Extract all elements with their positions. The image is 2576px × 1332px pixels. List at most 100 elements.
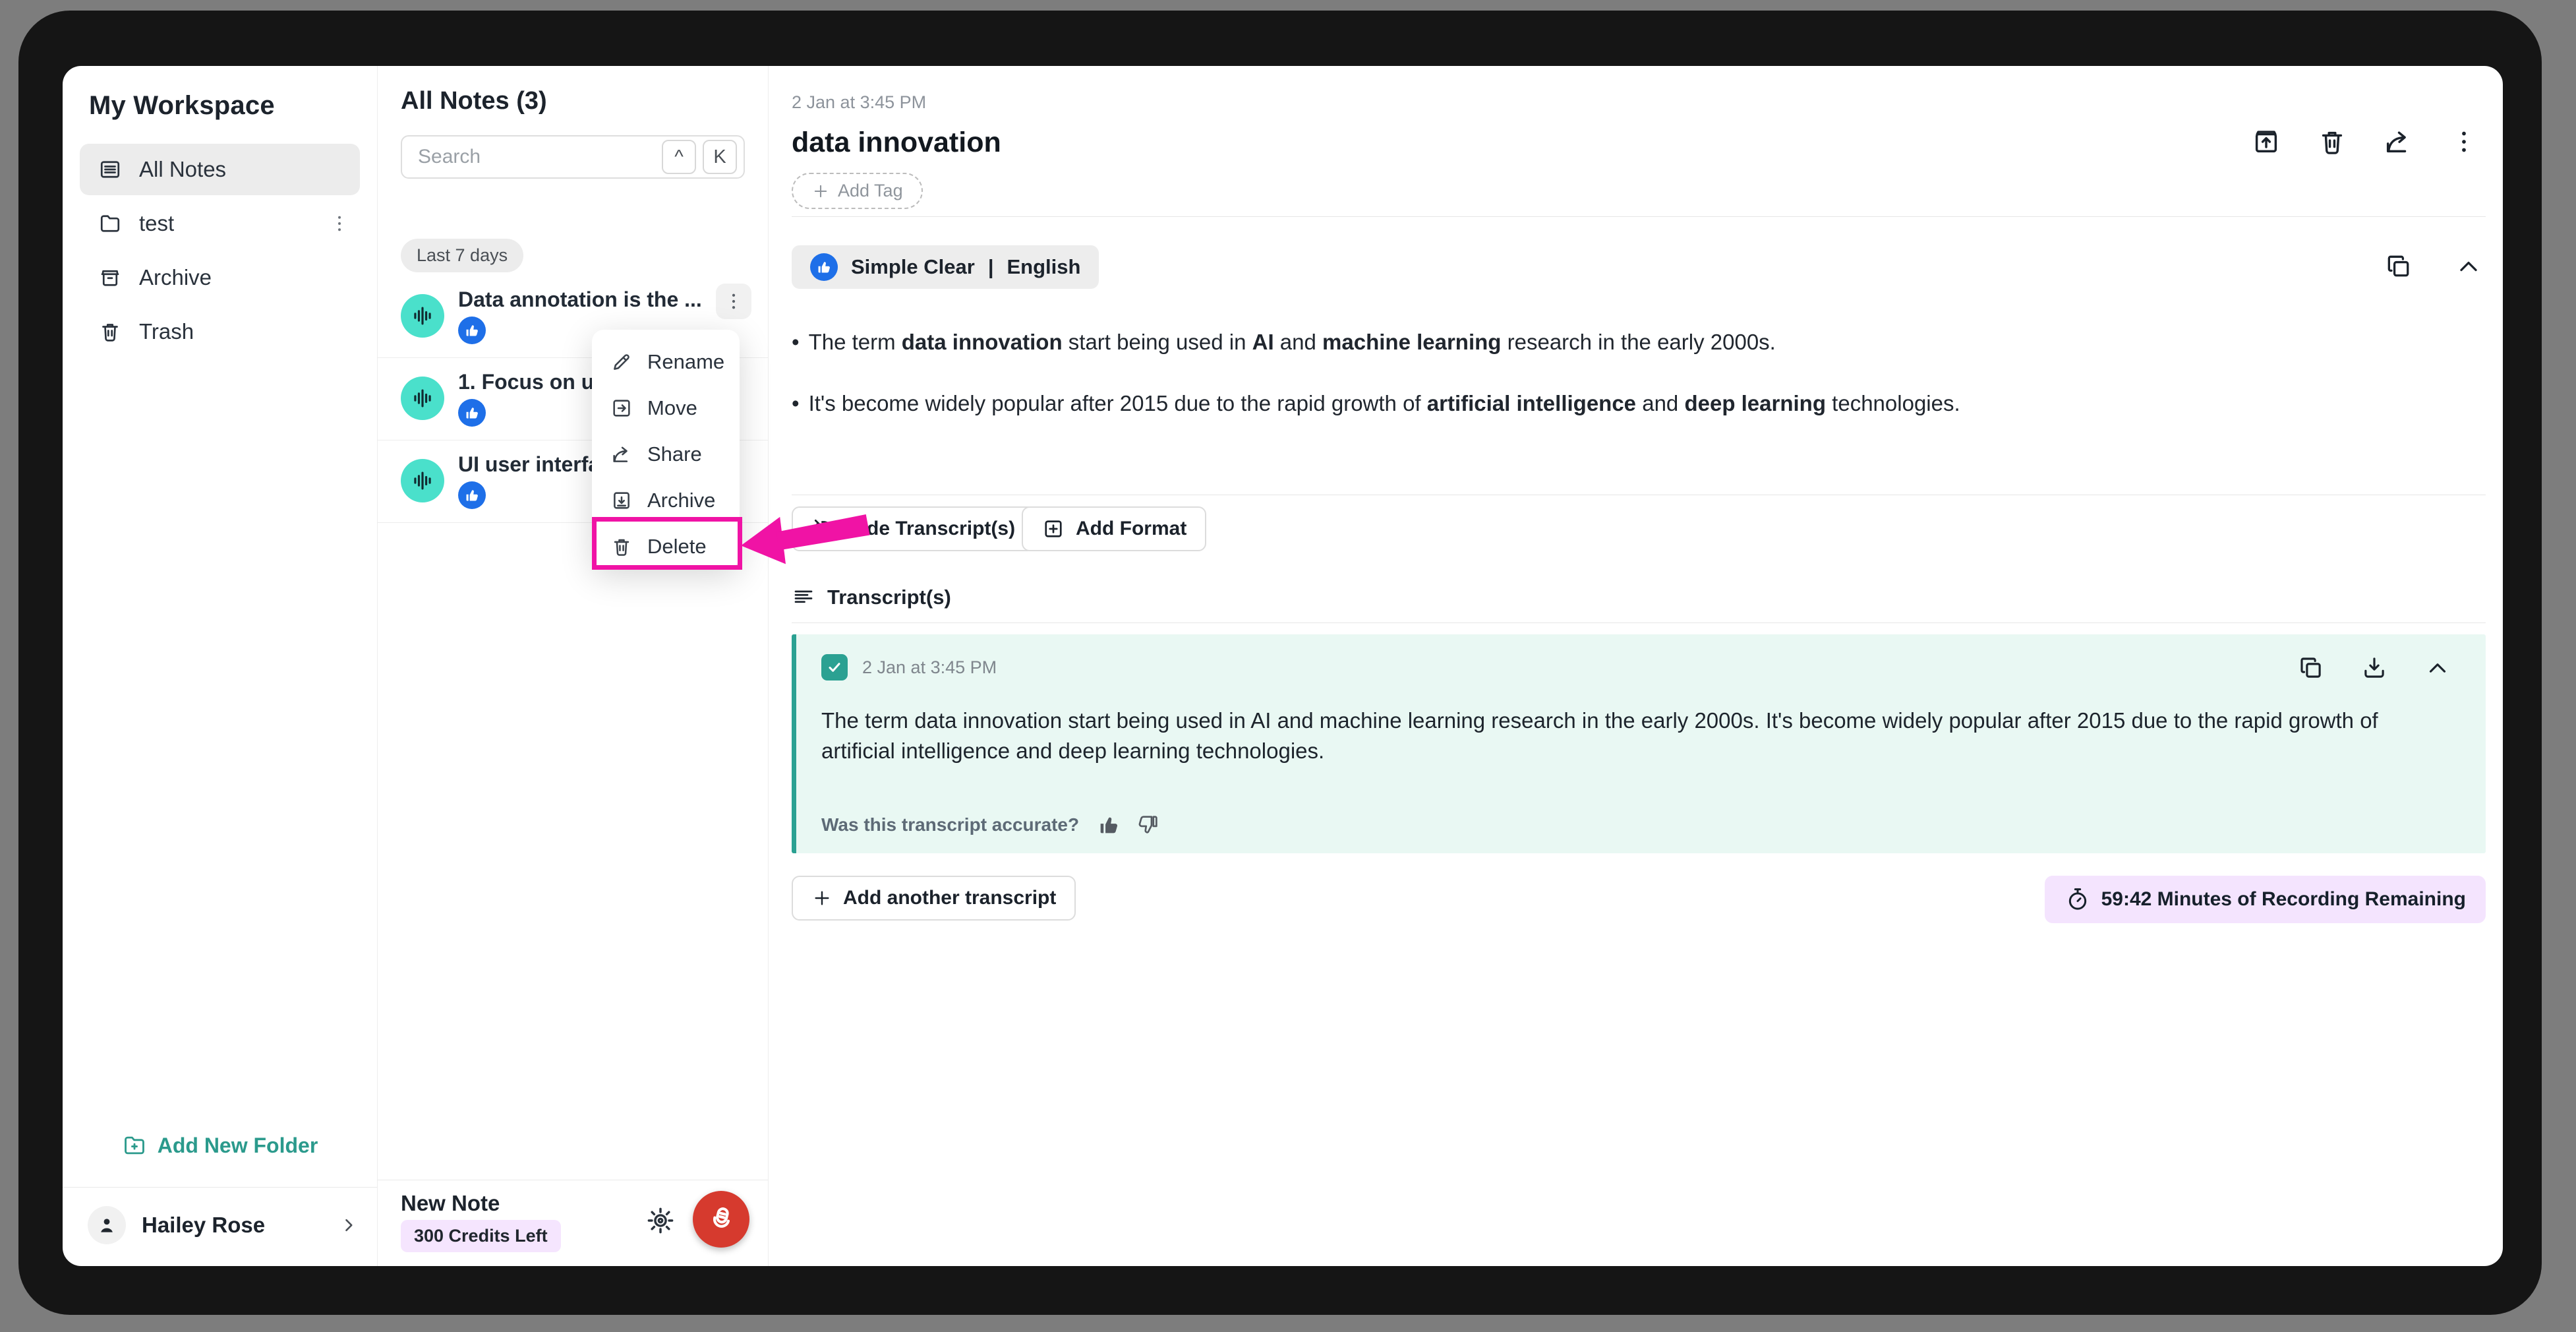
thumbs-up-badge-icon xyxy=(458,481,486,509)
settings-gear-icon[interactable] xyxy=(645,1205,676,1236)
notes-icon xyxy=(98,158,122,181)
thumbs-down-icon[interactable] xyxy=(1136,812,1161,837)
recording-remaining-badge: 59:42 Minutes of Recording Remaining xyxy=(2045,876,2486,923)
sidebar-item-label: Trash xyxy=(139,319,194,344)
add-format-button[interactable]: Add Format xyxy=(1022,506,1206,551)
shortcut-key-ctrl: ^ xyxy=(662,140,696,174)
sidebar-item-all-notes[interactable]: All Notes xyxy=(80,144,360,195)
list-lines-icon xyxy=(792,586,815,609)
note-title: Data annotation is the ... xyxy=(458,288,709,312)
waveform-icon xyxy=(410,468,435,493)
menu-item-share[interactable]: Share xyxy=(592,431,740,477)
delete-note-icon[interactable] xyxy=(2317,127,2347,157)
user-avatar xyxy=(88,1206,126,1244)
format-section-actions xyxy=(2384,252,2483,281)
archive-down-icon xyxy=(610,489,633,512)
menu-item-archive[interactable]: Archive xyxy=(592,477,740,524)
menu-item-label: Share xyxy=(647,442,702,466)
add-tag-label: Add Tag xyxy=(838,181,903,201)
workspace-title: My Workspace xyxy=(89,91,275,121)
search-input[interactable]: Search ^ K xyxy=(401,135,745,179)
date-group-label: Last 7 days xyxy=(401,239,523,272)
add-another-transcript-button[interactable]: Add another transcript xyxy=(792,876,1076,921)
more-options-icon[interactable] xyxy=(2449,127,2479,157)
archive-box-icon xyxy=(98,266,122,289)
account-row[interactable]: Hailey Rose xyxy=(88,1201,360,1249)
chevron-right-icon xyxy=(337,1214,360,1236)
hide-transcripts-button[interactable]: Hide Transcript(s) xyxy=(792,506,1035,551)
collapse-chevron-icon[interactable] xyxy=(2454,252,2483,281)
feedback-prompt: Was this transcript accurate? xyxy=(821,814,1079,835)
transcript-card-actions xyxy=(2297,654,2451,682)
divider xyxy=(792,216,2486,217)
copy-icon[interactable] xyxy=(2297,654,2325,682)
sidebar-nav: All Notes test Archive Trash xyxy=(80,144,360,360)
sidebar-item-test[interactable]: test xyxy=(80,198,360,249)
note-view-title: data innovation xyxy=(792,127,1001,159)
sidebar-item-label: test xyxy=(139,211,174,236)
record-note-button[interactable] xyxy=(693,1191,749,1248)
recording-remaining-label: 59:42 Minutes of Recording Remaining xyxy=(2101,888,2466,911)
thumbs-up-badge-icon xyxy=(810,253,838,281)
audio-note-avatar xyxy=(401,377,444,420)
sidebar-item-label: All Notes xyxy=(139,157,226,182)
copy-icon[interactable] xyxy=(2384,252,2413,281)
note-kebab-button[interactable] xyxy=(716,284,751,319)
export-icon[interactable] xyxy=(2251,127,2281,157)
waveform-icon xyxy=(410,303,435,328)
folder-kebab-icon[interactable] xyxy=(328,212,351,235)
add-new-folder-label: Add New Folder xyxy=(158,1134,318,1158)
shortcut-key-k: K xyxy=(703,140,737,174)
stopwatch-icon xyxy=(2064,886,2091,913)
add-format-label: Add Format xyxy=(1076,518,1186,540)
thumbs-up-icon[interactable] xyxy=(1096,812,1121,837)
transcripts-header-label: Transcript(s) xyxy=(827,586,951,609)
summary-bullet: •It's become widely popular after 2015 d… xyxy=(792,391,2486,416)
user-name: Hailey Rose xyxy=(142,1213,322,1238)
transcript-text: The term data innovation start being use… xyxy=(821,706,2433,766)
search-placeholder: Search xyxy=(418,146,655,168)
style-name: Simple Clear xyxy=(851,255,975,279)
app-window: My Workspace All Notes test Archive Tras… xyxy=(63,66,2503,1266)
share-note-icon[interactable] xyxy=(2383,127,2413,157)
plus-icon xyxy=(811,888,833,909)
transcript-checkbox[interactable] xyxy=(821,654,848,681)
workspace-sidebar: My Workspace All Notes test Archive Tras… xyxy=(63,66,378,1266)
add-another-transcript-label: Add another transcript xyxy=(843,887,1056,909)
note-context-menu: Rename Move Share Archive Delete xyxy=(592,330,740,568)
summary-bullet: •The term data innovation start being us… xyxy=(792,330,2486,355)
trash-icon xyxy=(98,320,122,344)
menu-item-label: Delete xyxy=(647,535,707,559)
sidebar-divider xyxy=(63,1187,377,1188)
note-toolbar xyxy=(2251,127,2479,157)
menu-item-delete[interactable]: Delete xyxy=(592,524,740,570)
collapse-chevron-icon[interactable] xyxy=(2424,654,2451,682)
sidebar-item-archive[interactable]: Archive xyxy=(80,252,360,303)
format-style-pill[interactable]: Simple Clear | English xyxy=(792,245,1099,289)
menu-item-move[interactable]: Move xyxy=(592,385,740,431)
menu-item-rename[interactable]: Rename xyxy=(592,339,740,385)
transcripts-header: Transcript(s) xyxy=(792,586,951,609)
audio-note-avatar xyxy=(401,294,444,338)
audio-note-avatar xyxy=(401,459,444,502)
transcript-card-header: 2 Jan at 3:45 PM xyxy=(821,654,997,681)
waveform-icon xyxy=(410,386,435,411)
folder-plus-icon xyxy=(122,1133,147,1158)
new-note-label: New Note xyxy=(401,1191,500,1216)
pencil-icon xyxy=(610,351,633,373)
download-icon[interactable] xyxy=(2360,654,2388,682)
thumbs-up-badge-icon xyxy=(458,317,486,344)
sidebar-item-label: Archive xyxy=(139,265,212,290)
trash-icon xyxy=(610,535,633,558)
credits-badge: 300 Credits Left xyxy=(401,1220,561,1252)
style-language: English xyxy=(1007,255,1081,279)
add-new-folder-button[interactable]: Add New Folder xyxy=(63,1133,377,1158)
sidebar-item-trash[interactable]: Trash xyxy=(80,306,360,357)
note-timestamp: 2 Jan at 3:45 PM xyxy=(792,92,926,113)
style-separator: | xyxy=(988,255,994,279)
person-icon xyxy=(96,1214,118,1236)
notes-list-panel: All Notes (3) Search ^ K Last 7 days Dat… xyxy=(378,66,769,1266)
menu-item-label: Rename xyxy=(647,350,724,374)
add-tag-button[interactable]: Add Tag xyxy=(792,173,923,209)
transcript-card: 2 Jan at 3:45 PM The term data innovatio… xyxy=(792,634,2486,853)
